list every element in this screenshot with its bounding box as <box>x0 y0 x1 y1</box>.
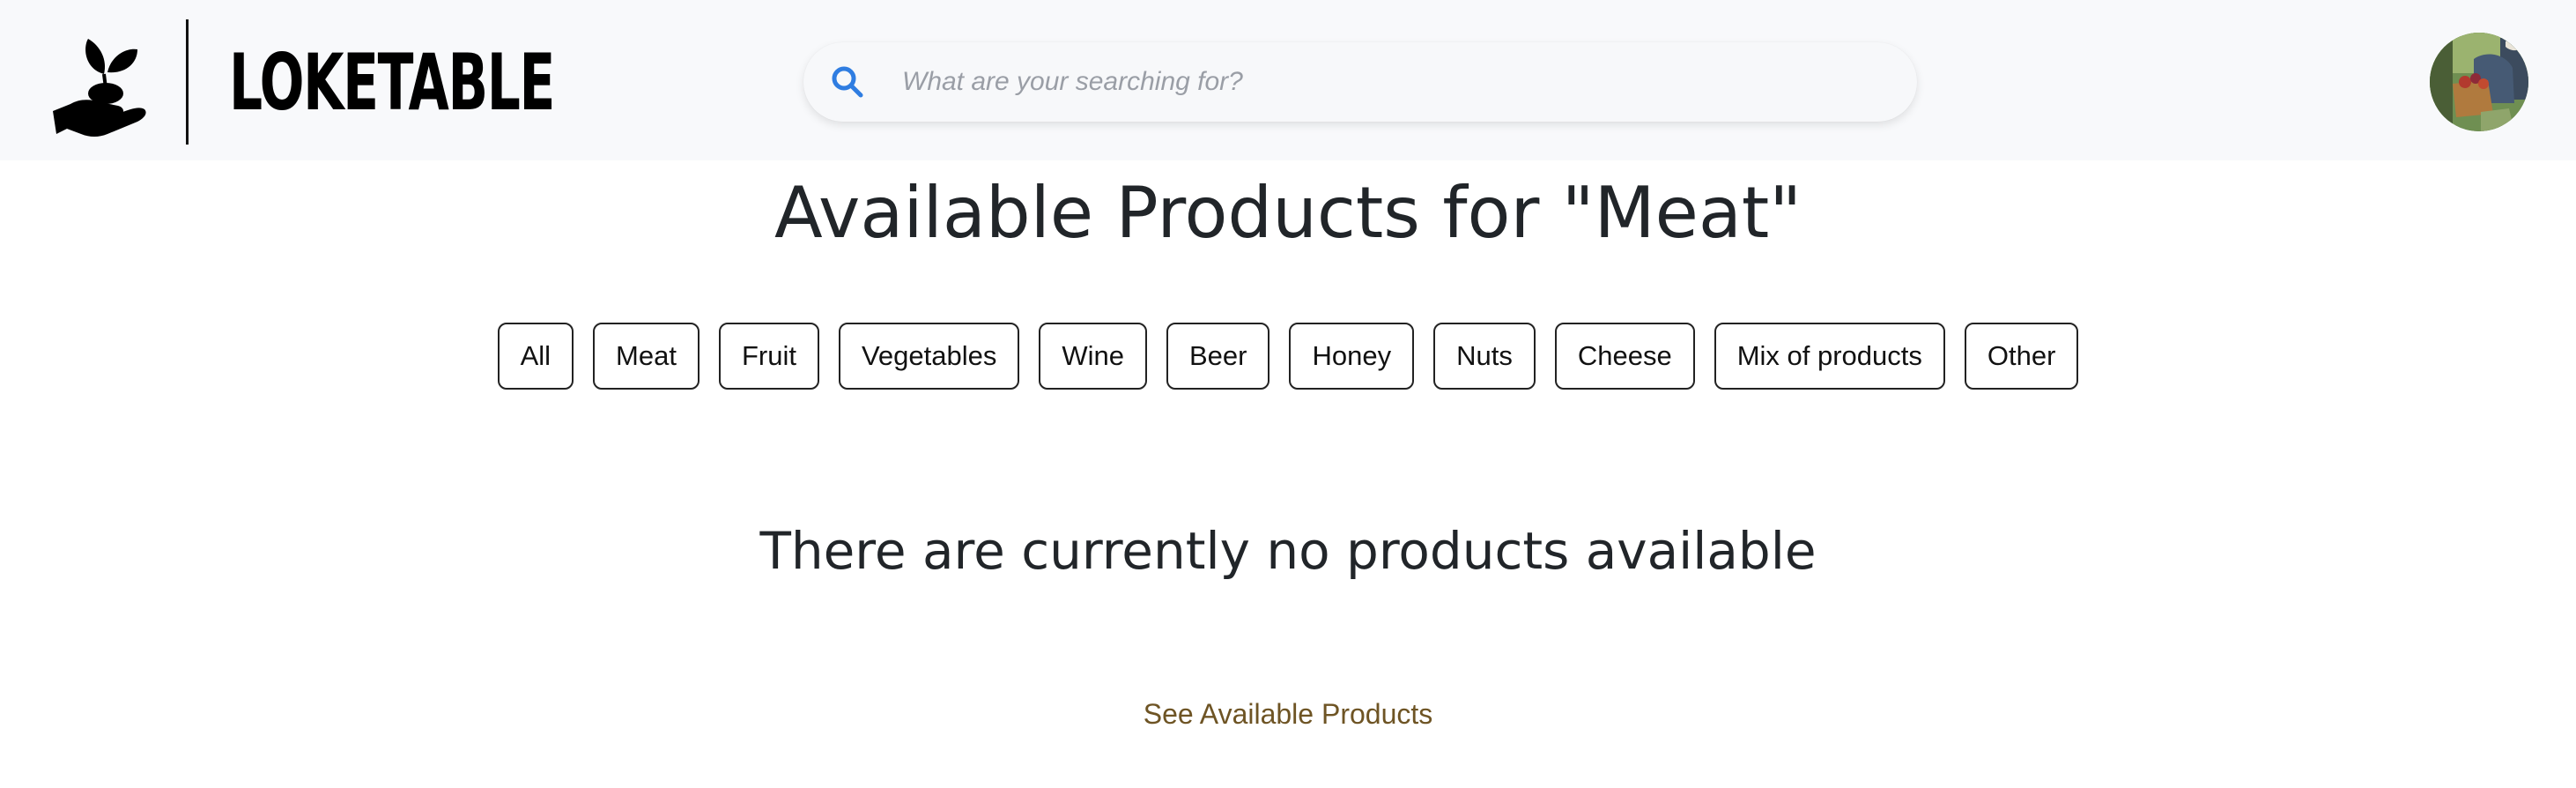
filter-cheese-button[interactable]: Cheese <box>1554 323 1695 390</box>
filter-vegetables-button[interactable]: Vegetables <box>838 323 1020 390</box>
filter-nuts-button[interactable]: Nuts <box>1433 323 1536 390</box>
see-available-products-container: See Available Products <box>0 695 2576 733</box>
filter-fruit-button[interactable]: Fruit <box>718 323 819 390</box>
search-icon[interactable] <box>830 64 865 100</box>
category-filters: All Meat Fruit Vegetables Wine Beer Hone… <box>0 323 2576 390</box>
page-title: Available Products for "Meat" <box>774 172 1802 254</box>
search-input[interactable] <box>900 56 1887 108</box>
filter-wine-button[interactable]: Wine <box>1039 323 1147 390</box>
empty-state-message: There are currently no products availabl… <box>759 521 1817 581</box>
filter-mix-of-products-button[interactable]: Mix of products <box>1714 323 1945 390</box>
brand-logo-text[interactable]: LOKETABLE <box>229 37 555 129</box>
user-avatar-photo-icon <box>2430 33 2528 131</box>
see-available-products-link[interactable]: See Available Products <box>1144 698 1433 730</box>
logo-divider <box>186 19 189 145</box>
filter-honey-button[interactable]: Honey <box>1289 323 1415 390</box>
filter-meat-button[interactable]: Meat <box>593 323 700 390</box>
header: LOKETABLE <box>0 0 2576 160</box>
avatar[interactable] <box>2430 33 2528 131</box>
hand-sprout-logo-icon[interactable] <box>49 35 148 139</box>
filter-beer-button[interactable]: Beer <box>1166 323 1270 390</box>
search-bar[interactable] <box>803 42 1917 122</box>
filter-all-button[interactable]: All <box>497 323 574 390</box>
filter-other-button[interactable]: Other <box>1964 323 2079 390</box>
